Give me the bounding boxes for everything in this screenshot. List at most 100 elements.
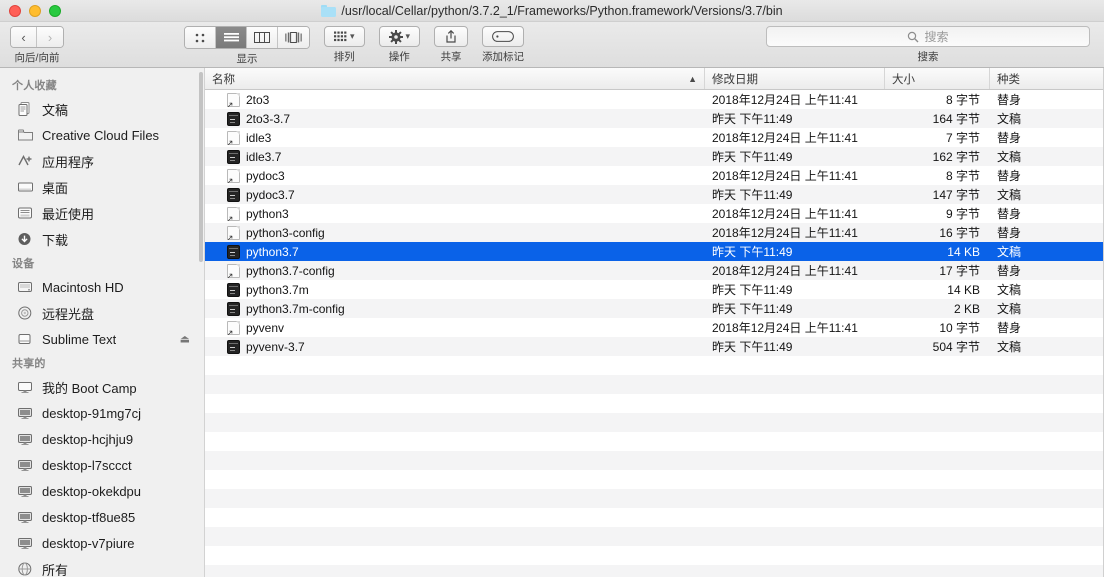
traffic-light-group [0,4,61,17]
sidebar-item-recents[interactable]: 最近使用 [0,200,204,226]
table-row[interactable]: python3.7 昨天 下午11:49 14 KB 文稿 [205,242,1103,261]
sidebar-item-desktop-91mg7cj[interactable]: desktop-91mg7cj [0,400,204,426]
table-row[interactable]: 2to3 2018年12月24日 上午11:41 8 字节 替身 [205,90,1103,109]
maximize-button[interactable] [49,4,61,17]
chevron-left-icon: ‹ [21,29,26,45]
cell-kind: 替身 [997,207,1022,221]
search-placeholder: 搜索 [924,30,949,44]
table-row[interactable]: pyvenv 2018年12月24日 上午11:41 10 字节 替身 [205,318,1103,337]
cell-size: 14 KB [947,244,980,259]
table-row[interactable]: python3.7m-config 昨天 下午11:49 2 KB 文稿 [205,299,1103,318]
column-header-kind[interactable]: 种类 [990,68,1103,89]
sidebar-item-label: desktop-91mg7cj [42,405,141,421]
sidebar-item-remote-disc[interactable]: 远程光盘 [0,300,204,326]
harddisk-icon [17,279,34,295]
sidebar-item-desktop-okekdpu[interactable]: desktop-okekdpu [0,478,204,504]
file-name-label: python3.7m-config [246,301,345,316]
empty-row[interactable] [205,489,1103,508]
eject-icon[interactable]: ⏏ [180,333,190,346]
column-header-label: 种类 [997,73,1020,86]
table-row[interactable]: pydoc3 2018年12月24日 上午11:41 8 字节 替身 [205,166,1103,185]
empty-row[interactable] [205,527,1103,546]
sidebar-item-desktop-v7piure[interactable]: desktop-v7piure [0,530,204,556]
forward-button[interactable]: › [37,27,63,47]
cell-date: 昨天 下午11:49 [712,283,793,297]
empty-row[interactable] [205,451,1103,470]
alias-file-icon [226,320,240,335]
cell-date: 2018年12月24日 上午11:41 [712,169,858,183]
empty-row[interactable] [205,565,1103,577]
file-name-label: idle3.7 [246,149,282,164]
pc-icon [17,457,34,473]
table-row[interactable]: python3 2018年12月24日 上午11:41 9 字节 替身 [205,204,1103,223]
table-row[interactable]: idle3 2018年12月24日 上午11:41 7 字节 替身 [205,128,1103,147]
column-header-label: 名称 [212,73,235,86]
display-icon [17,379,34,395]
sidebar-item-sublime-text[interactable]: Sublime Text ⏏ [0,326,204,352]
action-button[interactable]: ▾ [378,26,421,47]
column-view-button[interactable] [247,27,278,48]
empty-row[interactable] [205,413,1103,432]
sidebar-item-creative-cloud-files[interactable]: Creative Cloud Files [0,122,204,148]
cell-name: python3.7 [205,244,705,259]
search-input[interactable]: 搜索 [766,26,1090,47]
cell-kind: 替身 [997,169,1022,183]
column-header-date[interactable]: 修改日期 [705,68,885,89]
empty-row[interactable] [205,394,1103,413]
desktop-icon [17,179,34,195]
sidebar-item-applications[interactable]: 应用程序 [0,148,204,174]
add-tag-button[interactable] [482,26,525,47]
sidebar-item-downloads[interactable]: 下载 [0,226,204,252]
column-header-size[interactable]: 大小 [885,68,990,89]
recents-icon [17,205,34,221]
empty-row[interactable] [205,508,1103,527]
column-header-name[interactable]: 名称 ▲ [205,68,705,89]
cell-name: 2to3-3.7 [205,111,705,126]
empty-row[interactable] [205,470,1103,489]
minimize-button[interactable] [29,4,41,17]
folder-icon [321,4,337,17]
sidebar-item-desktop-hcjhju9[interactable]: desktop-hcjhju9 [0,426,204,452]
cell-kind: 替身 [997,321,1022,335]
sidebar-item-all[interactable]: 所有 [0,556,204,577]
chevron-down-icon: ▾ [405,31,411,41]
cell-size: 504 字节 [932,340,980,354]
table-row[interactable]: pydoc3.7 昨天 下午11:49 147 字节 文稿 [205,185,1103,204]
sidebar-item-documents[interactable]: 文稿 [0,96,204,122]
sidebar-item-macintosh-hd[interactable]: Macintosh HD [0,274,204,300]
arrange-button[interactable]: ▾ [324,26,365,47]
share-button[interactable] [434,26,469,47]
icon-view-button[interactable] [185,27,216,48]
gallery-view-button[interactable] [278,27,309,48]
cell-size: 10 字节 [939,321,980,335]
sidebar-item-label: 远程光盘 [42,306,95,322]
empty-row[interactable] [205,356,1103,375]
pc-icon [17,535,34,551]
share-group: 共享 [434,26,469,64]
table-row[interactable]: pyvenv-3.7 昨天 下午11:49 504 字节 文稿 [205,337,1103,356]
unix-exec-icon [227,301,240,316]
list-view-button[interactable] [216,27,247,48]
cell-size: 2 KB [953,301,980,316]
sidebar-item-desktop[interactable]: 桌面 [0,174,204,200]
table-row[interactable]: idle3.7 昨天 下午11:49 162 字节 文稿 [205,147,1103,166]
back-button[interactable]: ‹ [11,27,37,47]
sidebar-item-desktop-tf8ue85[interactable]: desktop-tf8ue85 [0,504,204,530]
close-button[interactable] [9,4,21,17]
sidebar-section-header: 共享的 [12,358,46,370]
cell-kind: 文稿 [997,302,1022,316]
empty-row[interactable] [205,375,1103,394]
chevron-up-icon: ▲ [688,73,697,84]
view-mode-group: 显示 [184,26,310,66]
sidebar-item-label: Creative Cloud Files [42,127,160,143]
table-row[interactable]: python3-config 2018年12月24日 上午11:41 16 字节 替身 [205,223,1103,242]
file-name-label: pydoc3.7 [246,187,295,202]
empty-row[interactable] [205,432,1103,451]
sidebar-item-my-boot-camp[interactable]: 我的 Boot Camp [0,374,204,400]
empty-row[interactable] [205,546,1103,565]
globe-icon [17,561,34,577]
sidebar-item-desktop-l7sccct[interactable]: desktop-l7sccct [0,452,204,478]
table-row[interactable]: python3.7m 昨天 下午11:49 14 KB 文稿 [205,280,1103,299]
table-row[interactable]: python3.7-config 2018年12月24日 上午11:41 17 字节… [205,261,1103,280]
table-row[interactable]: 2to3-3.7 昨天 下午11:49 164 字节 文稿 [205,109,1103,128]
